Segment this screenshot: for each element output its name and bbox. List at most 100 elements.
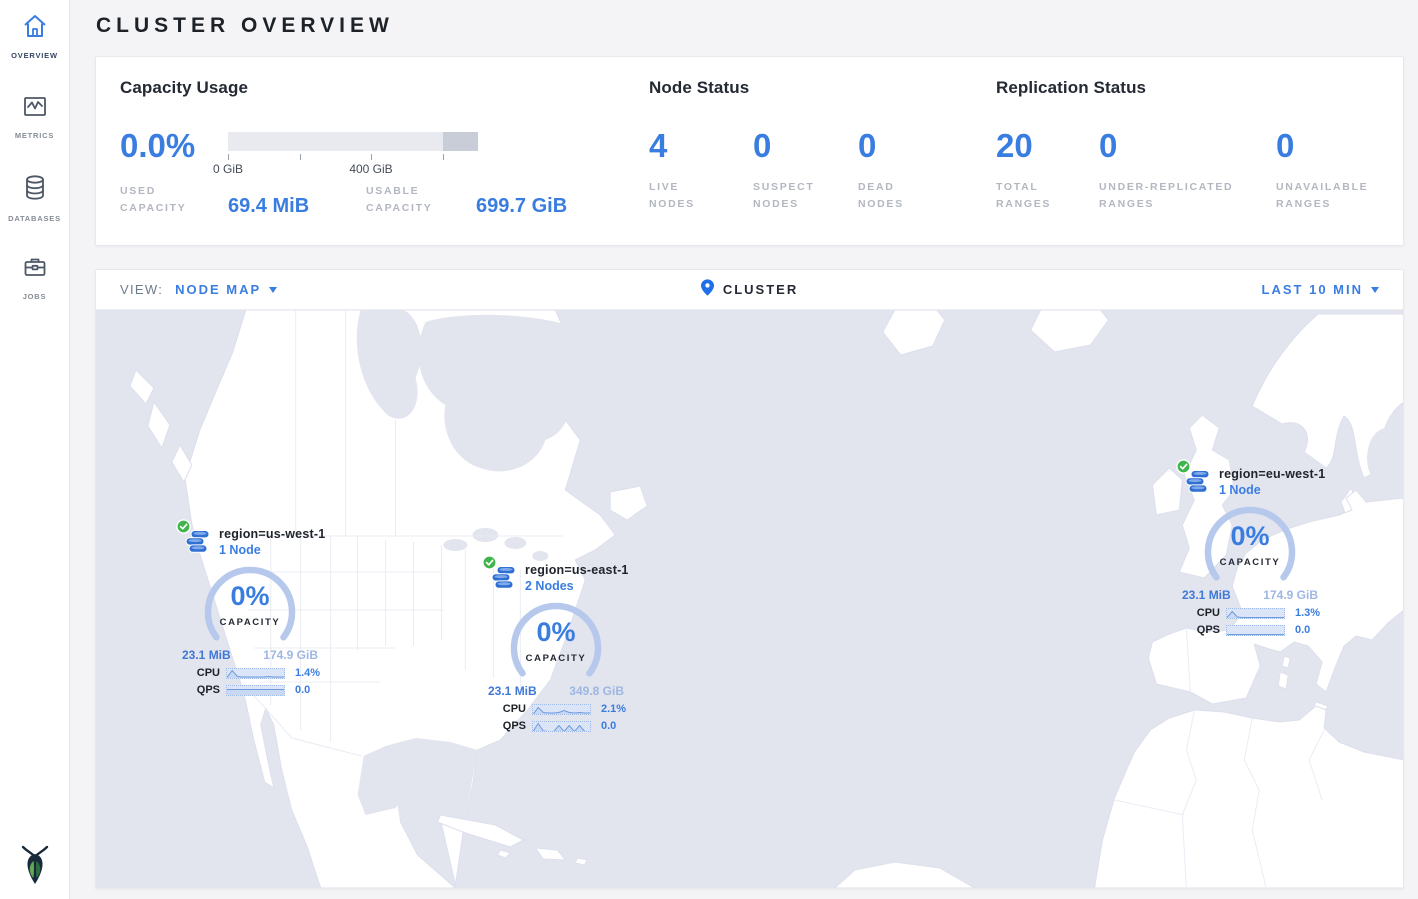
unavailable-ranges-stat: 0 UNAVAILABLERANGES xyxy=(1276,129,1368,213)
locality-database-icon xyxy=(1184,469,1211,501)
qps-metric-row: QPS 0.0 xyxy=(1190,624,1318,636)
sidebar-item-label: JOBS xyxy=(23,292,47,301)
sidebar-item-label: DATABASES xyxy=(8,214,61,223)
marker-node-count[interactable]: 1 Node xyxy=(219,543,325,557)
breadcrumb-cluster[interactable]: CLUSTER xyxy=(723,282,798,297)
capacity-gauge: 0% CAPACITY xyxy=(197,565,303,647)
page-title: CLUSTER OVERVIEW xyxy=(96,14,1404,38)
sidebar-item-label: OVERVIEW xyxy=(11,51,58,60)
gauge-capacity-label: CAPACITY xyxy=(197,617,303,628)
qps-value: 0.0 xyxy=(291,684,318,696)
marker-used-capacity: 23.1 MiB xyxy=(182,648,231,662)
sidebar: OVERVIEW METRICS DATABASES JOBS xyxy=(0,0,70,899)
marker-region-label: region=us-east-1 xyxy=(525,563,629,577)
sidebar-item-label: METRICS xyxy=(15,131,54,140)
gauge-capacity-label: CAPACITY xyxy=(1197,557,1303,568)
qps-sparkline xyxy=(226,685,285,696)
main-content: CLUSTER OVERVIEW Capacity Usage 0.0% 0 G… xyxy=(71,0,1418,899)
suspect-nodes-stat: 0 SUSPECTNODES xyxy=(753,129,858,213)
capacity-axis-tick xyxy=(300,154,301,160)
jobs-icon xyxy=(21,253,49,286)
sidebar-item-metrics[interactable]: METRICS xyxy=(0,80,69,160)
gauge-capacity-label: CAPACITY xyxy=(503,653,609,664)
cpu-sparkline xyxy=(226,668,285,679)
cpu-sparkline xyxy=(1226,608,1285,619)
marker-used-capacity: 23.1 MiB xyxy=(488,684,537,698)
cpu-label: CPU xyxy=(1190,607,1220,619)
sidebar-item-overview[interactable]: OVERVIEW xyxy=(0,0,69,80)
cpu-value: 2.1% xyxy=(597,703,626,715)
view-label: VIEW: xyxy=(120,282,163,297)
capacity-bar-axis: 0 GiB400 GiB xyxy=(228,151,478,179)
cpu-label: CPU xyxy=(190,667,220,679)
qps-value: 0.0 xyxy=(1291,624,1318,636)
marker-total-capacity: 174.9 GiB xyxy=(263,648,318,662)
databases-icon xyxy=(21,173,49,208)
usable-capacity-label: USABLECAPACITY xyxy=(366,183,476,217)
qps-sparkline xyxy=(1226,625,1285,636)
time-range-dropdown[interactable]: LAST 10 MIN xyxy=(1262,282,1379,297)
gauge-percent: 0% xyxy=(503,617,609,648)
marker-region-label: region=us-west-1 xyxy=(219,527,325,541)
capacity-percent: 0.0% xyxy=(120,129,228,179)
node-map-marker[interactable]: region=us-west-1 1 Node 0% CAPACITY 23.1… xyxy=(182,524,318,696)
node-map-panel: VIEW: NODE MAP CLUSTER LAST 10 MIN xyxy=(95,269,1404,889)
marker-total-capacity: 174.9 GiB xyxy=(1263,588,1318,602)
cpu-metric-row: CPU 1.3% xyxy=(1190,607,1318,619)
qps-metric-row: QPS 0.0 xyxy=(496,720,624,732)
marker-node-count[interactable]: 2 Nodes xyxy=(525,579,629,593)
node-map-marker[interactable]: region=us-east-1 2 Nodes 0% CAPACITY 23.… xyxy=(488,560,624,732)
metrics-icon xyxy=(21,93,49,125)
qps-value: 0.0 xyxy=(597,720,624,732)
chevron-down-icon xyxy=(269,287,277,293)
qps-label: QPS xyxy=(496,720,526,732)
view-bar: VIEW: NODE MAP CLUSTER LAST 10 MIN xyxy=(96,270,1403,310)
used-capacity-value: 69.4 MiB xyxy=(228,195,366,217)
under-replicated-ranges-stat: 0 UNDER-REPLICATEDRANGES xyxy=(1099,129,1276,213)
cpu-metric-row: CPU 1.4% xyxy=(190,667,318,679)
cluster-summary-panel: Capacity Usage 0.0% 0 GiB400 GiB USEDCAP… xyxy=(95,56,1404,246)
capacity-usage-title: Capacity Usage xyxy=(120,78,649,98)
replication-status-section: Replication Status 20 TOTALRANGES 0 UNDE… xyxy=(996,78,1379,221)
used-capacity-label: USEDCAPACITY xyxy=(120,183,228,217)
gauge-percent: 0% xyxy=(197,581,303,612)
live-nodes-stat: 4 LIVENODES xyxy=(649,129,753,213)
locality-database-icon xyxy=(184,529,211,561)
sidebar-item-jobs[interactable]: JOBS xyxy=(0,240,69,320)
node-status-section: Node Status 4 LIVENODES 0 SUSPECTNODES 0… xyxy=(649,78,996,221)
cpu-label: CPU xyxy=(496,703,526,715)
capacity-usage-section: Capacity Usage 0.0% 0 GiB400 GiB USEDCAP… xyxy=(120,78,649,221)
marker-region-label: region=eu-west-1 xyxy=(1219,467,1325,481)
capacity-bar: 0 GiB400 GiB xyxy=(228,132,478,179)
qps-label: QPS xyxy=(1190,624,1220,636)
capacity-gauge: 0% CAPACITY xyxy=(1197,505,1303,587)
cpu-sparkline xyxy=(532,704,591,715)
node-map: region=us-west-1 1 Node 0% CAPACITY 23.1… xyxy=(96,310,1403,888)
qps-metric-row: QPS 0.0 xyxy=(190,684,318,696)
usable-capacity-value: 699.7 GiB xyxy=(476,195,567,217)
qps-label: QPS xyxy=(190,684,220,696)
cpu-metric-row: CPU 2.1% xyxy=(496,703,624,715)
capacity-bar-unusable-segment xyxy=(443,132,478,151)
marker-used-capacity: 23.1 MiB xyxy=(1182,588,1231,602)
node-map-marker[interactable]: region=eu-west-1 1 Node 0% CAPACITY 23.1… xyxy=(1182,464,1318,636)
cockroachdb-logo xyxy=(18,844,52,891)
replication-status-title: Replication Status xyxy=(996,78,1379,98)
cpu-value: 1.4% xyxy=(291,667,320,679)
total-ranges-stat: 20 TOTALRANGES xyxy=(996,129,1099,213)
capacity-axis-tick-label: 0 GiB xyxy=(213,162,243,176)
capacity-axis-tick-label: 400 GiB xyxy=(349,162,392,176)
view-selector-dropdown[interactable]: NODE MAP xyxy=(175,282,277,297)
capacity-axis-tick xyxy=(228,154,229,160)
sidebar-item-databases[interactable]: DATABASES xyxy=(0,160,69,240)
capacity-gauge: 0% CAPACITY xyxy=(503,601,609,683)
capacity-axis-tick xyxy=(371,154,372,160)
dead-nodes-stat: 0 DEADNODES xyxy=(858,129,904,213)
node-status-title: Node Status xyxy=(649,78,996,98)
qps-sparkline xyxy=(532,721,591,732)
marker-node-count[interactable]: 1 Node xyxy=(1219,483,1325,497)
gauge-percent: 0% xyxy=(1197,521,1303,552)
locality-database-icon xyxy=(490,565,517,597)
cpu-value: 1.3% xyxy=(1291,607,1320,619)
home-icon xyxy=(21,13,49,45)
